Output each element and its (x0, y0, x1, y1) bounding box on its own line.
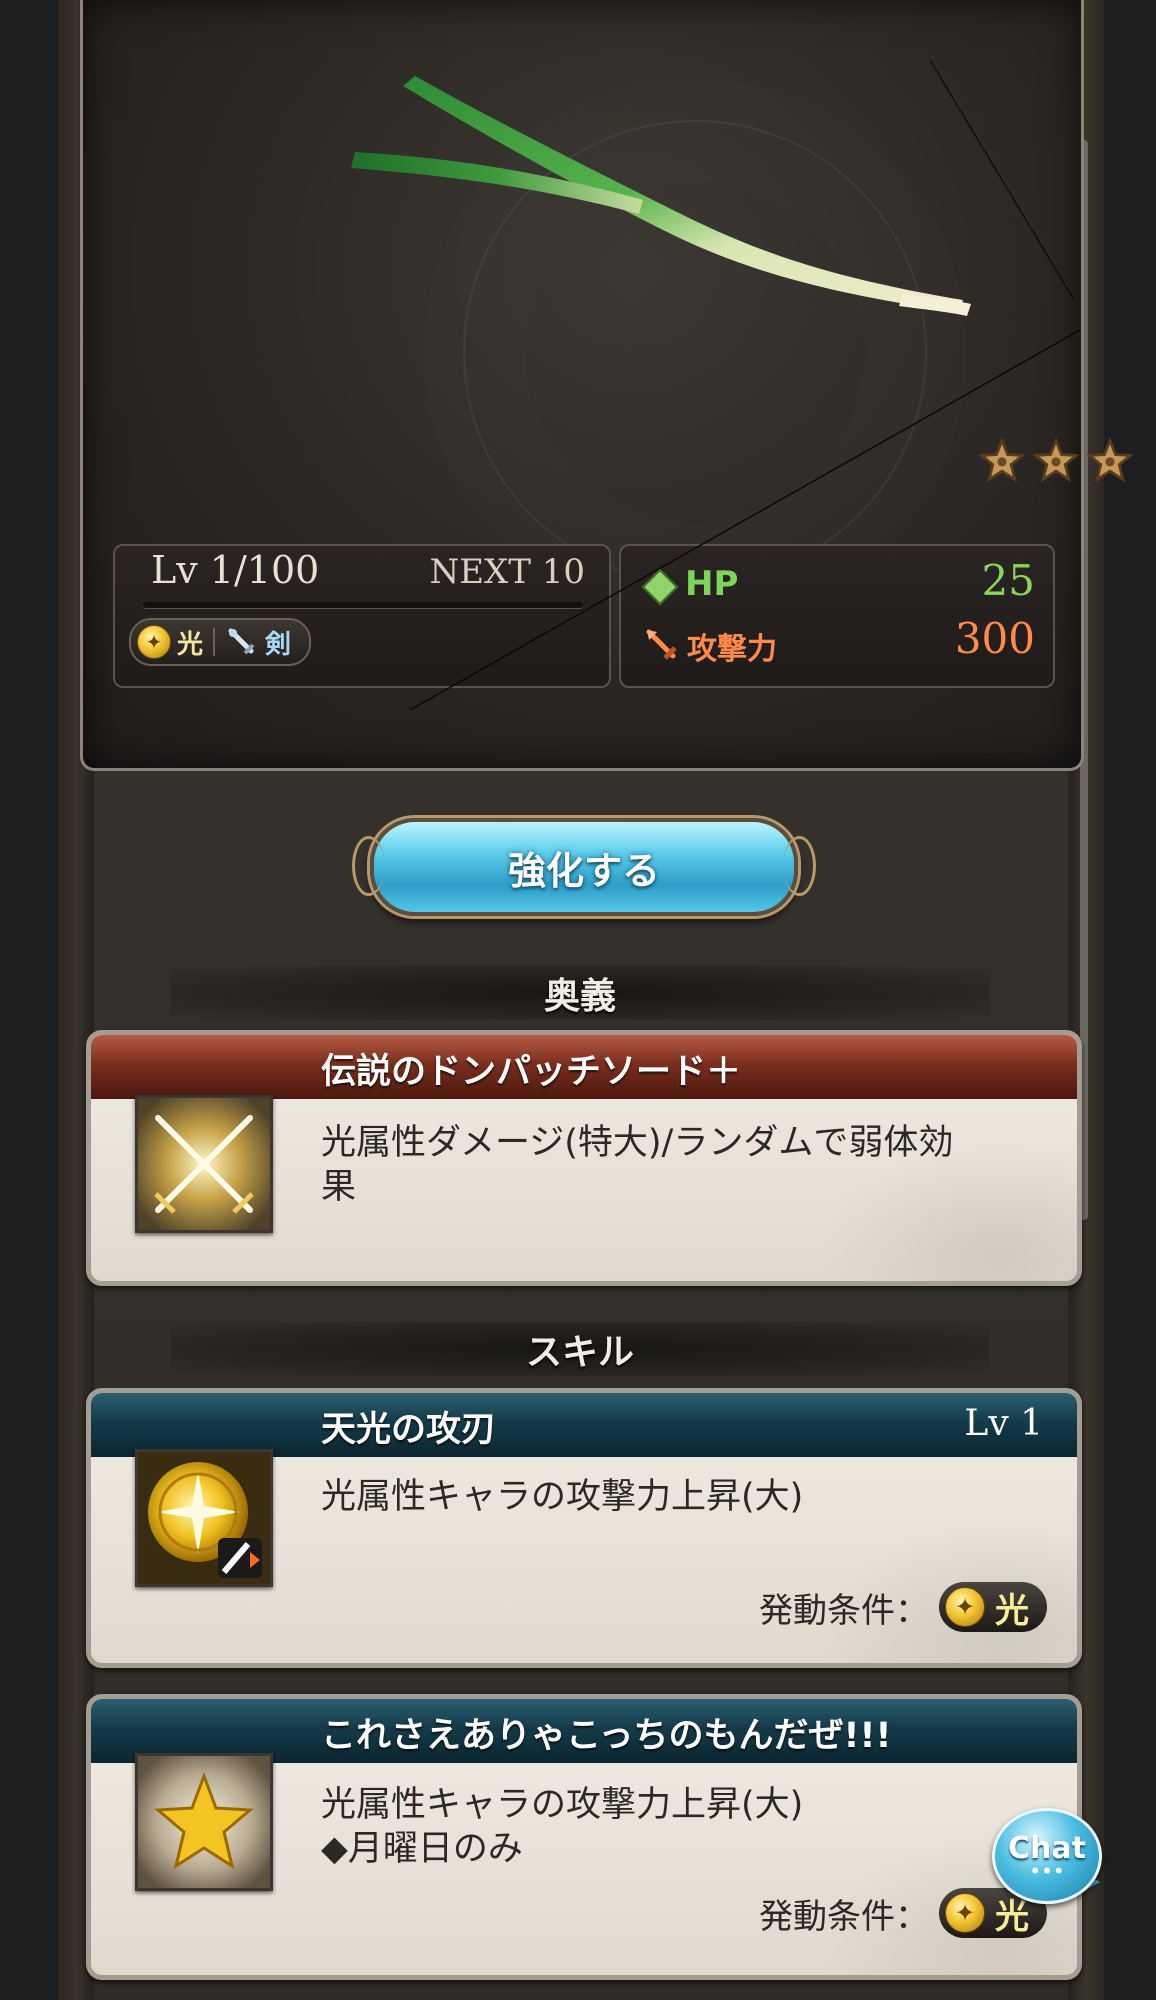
skill-description-line1: 光属性キャラの攻撃力上昇(大) (321, 1785, 804, 1825)
rarity-stars (979, 438, 1133, 488)
skill-condition: 発動条件： ✦ 光 (759, 1885, 1047, 1941)
skill-section-header: スキル (170, 1322, 990, 1376)
condition-value: 光 (995, 1590, 1029, 1631)
skill-name: 天光の攻刃 (321, 1410, 497, 1450)
weapon-detail-screen: Lv 1/100 NEXT 10 ✦ 光 剣 HP 25 攻撃力 300 強化す… (0, 0, 1156, 2000)
button-ornament-right (783, 836, 816, 896)
ougi-card-header: 伝説のドンパッチソード＋ (91, 1035, 1077, 1099)
enhance-button[interactable]: 強化する (352, 818, 816, 916)
ougi-description-line1: 光属性ダメージ(特大)/ランダムで弱体効 (321, 1123, 954, 1163)
element-label: 光 (177, 629, 204, 660)
attack-icon (646, 629, 677, 660)
next-value: 10 (541, 552, 585, 592)
enhance-button-label: 強化する (507, 848, 660, 893)
crossed-swords-icon (135, 1095, 273, 1233)
skill-description: 光属性キャラの攻撃力上昇(大) ◆月曜日のみ (321, 1783, 1041, 1871)
gold-star-icon (135, 1753, 273, 1891)
button-ornament-left (352, 836, 385, 896)
divider (213, 628, 216, 656)
attack-label: 攻撃力 (687, 632, 777, 667)
star-icon (1087, 438, 1133, 483)
condition-label: 発動条件： (759, 1896, 929, 1937)
ougi-section-header: 奥義 (170, 966, 990, 1020)
stats-panel: HP 25 攻撃力 300 (619, 544, 1055, 688)
hp-value: 25 (981, 556, 1035, 605)
star-icon (1033, 438, 1079, 483)
ougi-name: 伝説のドンパッチソード＋ (321, 1052, 742, 1092)
sword-icon (228, 628, 255, 655)
ougi-section-title: 奥義 (543, 976, 616, 1017)
hp-diamond-icon (641, 568, 679, 606)
hp-label: HP (685, 564, 739, 604)
level-panel: Lv 1/100 NEXT 10 ✦ 光 剣 (113, 544, 611, 688)
light-attack-up-icon (135, 1449, 273, 1587)
condition-label: 発動条件： (759, 1590, 929, 1631)
skill-section-title: スキル (525, 1332, 634, 1373)
weapon-type-label: 剣 (265, 629, 292, 660)
skill-description: 光属性キャラの攻撃力上昇(大) (321, 1475, 1041, 1519)
skill-card-header: 天光の攻刃 Lv 1 (91, 1393, 1077, 1457)
skill-card[interactable]: これさえありゃこっちのもんだぜ!!! 光属性キャラの攻撃力上昇(大) ◆月曜日の… (86, 1694, 1082, 1980)
skill-description-line2: ◆月曜日のみ (321, 1829, 523, 1869)
type-badge: ✦ 光 剣 (129, 618, 312, 666)
light-element-icon: ✦ (945, 1893, 985, 1933)
hp-row: HP 25 (641, 556, 1035, 610)
next-label: NEXT (429, 552, 531, 592)
star-icon (979, 438, 1025, 483)
weapon-showcase-panel: Lv 1/100 NEXT 10 ✦ 光 剣 HP 25 攻撃力 300 (80, 0, 1133, 771)
ougi-description-line2: 果 (321, 1167, 357, 1207)
exp-bar (143, 602, 583, 609)
light-element-icon: ✦ (945, 1587, 985, 1627)
ougi-card[interactable]: 伝説のドンパッチソード＋ 光属性ダメージ(特大)/ランダムで弱体効 果 (86, 1030, 1082, 1286)
green-onion-icon (351, 76, 971, 316)
chat-button[interactable]: Chat ••• (992, 1808, 1102, 1904)
chat-dots: ••• (1029, 1859, 1065, 1883)
light-element-icon: ✦ (137, 625, 171, 659)
skill-level: Lv 1 (964, 1403, 1043, 1444)
level-label: Lv 1/100 (151, 548, 320, 592)
condition-badge: ✦ 光 (939, 1582, 1047, 1632)
skill-name: これさえありゃこっちのもんだぜ!!! (321, 1716, 892, 1756)
skill-card[interactable]: 天光の攻刃 Lv 1 光属性キャラの攻撃力上昇(大) 発動条件： ✦ 光 (86, 1388, 1082, 1668)
skill-description-line1: 光属性キャラの攻撃力上昇(大) (321, 1477, 804, 1517)
next-exp: NEXT 10 (429, 552, 585, 592)
skill-condition: 発動条件： ✦ 光 (759, 1579, 1047, 1635)
attack-row: 攻撃力 300 (643, 614, 1035, 668)
attack-value: 300 (954, 614, 1035, 663)
ougi-description: 光属性ダメージ(特大)/ランダムで弱体効 果 (321, 1121, 1041, 1209)
